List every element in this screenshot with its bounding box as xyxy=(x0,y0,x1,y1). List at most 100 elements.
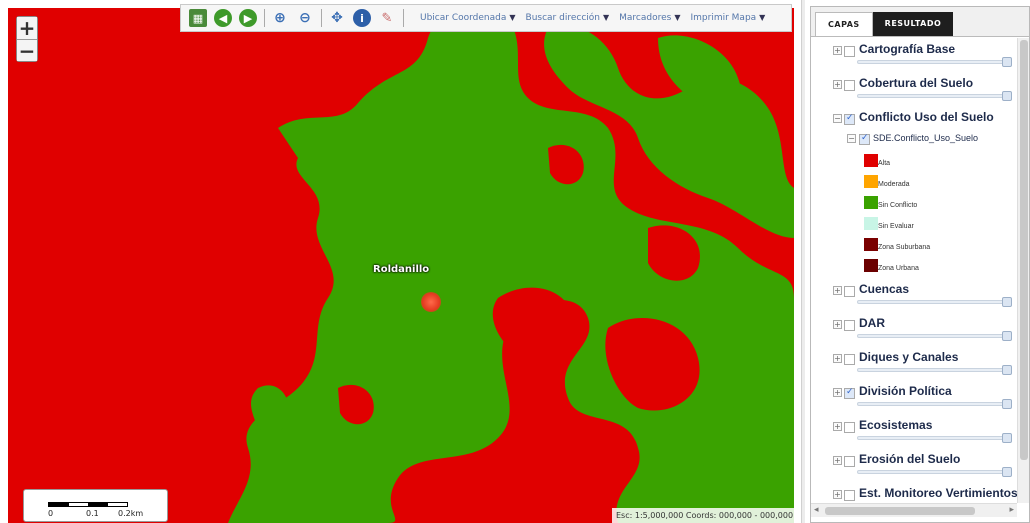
slider-knob[interactable] xyxy=(1002,467,1012,477)
scrollbar-thumb[interactable] xyxy=(825,507,975,515)
layer-checkbox[interactable] xyxy=(844,46,855,57)
legend-swatch xyxy=(864,238,878,251)
sublayer-name: SDE.Conflicto_Uso_Suelo xyxy=(873,133,979,143)
layer-checkbox[interactable] xyxy=(844,490,855,501)
slider-knob[interactable] xyxy=(1002,399,1012,409)
expand-icon[interactable]: + xyxy=(833,46,842,55)
opacity-slider[interactable] xyxy=(857,331,1012,341)
opacity-slider[interactable] xyxy=(857,297,1012,307)
chevron-down-icon: ▼ xyxy=(602,13,610,22)
expand-icon[interactable]: + xyxy=(833,80,842,89)
layer-checkbox[interactable] xyxy=(844,387,855,399)
vertical-scrollbar[interactable] xyxy=(1017,38,1029,503)
map-extent-icon[interactable]: ▦ xyxy=(189,9,207,27)
layer-name: Erosión del Suelo xyxy=(859,452,961,466)
opacity-slider[interactable] xyxy=(857,433,1012,443)
place-label: Roldanillo xyxy=(373,264,430,275)
legend-swatch xyxy=(864,154,878,167)
layer-name: División Política xyxy=(859,384,952,398)
zoom-in-button[interactable]: + xyxy=(17,17,37,39)
collapse-icon[interactable]: − xyxy=(847,134,856,143)
expand-icon[interactable]: + xyxy=(833,320,842,329)
layer-checkbox[interactable] xyxy=(844,80,855,91)
layer-checkbox[interactable] xyxy=(844,320,855,331)
layer-item: + División Política xyxy=(811,380,1017,414)
legend-label: Zona Suburbana xyxy=(878,244,931,251)
expand-icon[interactable]: + xyxy=(833,286,842,295)
slider-knob[interactable] xyxy=(1002,57,1012,67)
layer-checkbox[interactable] xyxy=(844,422,855,433)
scroll-left-icon[interactable]: ◂ xyxy=(814,505,819,515)
forward-icon[interactable]: ▶ xyxy=(239,9,257,27)
layer-item: + Diques y Canales xyxy=(811,346,1017,380)
legend-item: Zona Urbana xyxy=(811,257,1017,278)
opacity-slider[interactable] xyxy=(857,467,1012,477)
layer-name: Cartografía Base xyxy=(859,42,956,56)
scrollbar-thumb[interactable] xyxy=(1020,40,1028,460)
scale-bar: 0 0.1 0.2km xyxy=(23,489,168,522)
opacity-slider[interactable] xyxy=(857,399,1012,409)
collapse-icon[interactable]: − xyxy=(833,114,842,123)
slider-knob[interactable] xyxy=(1002,433,1012,443)
panel-tabs: CAPAS RESULTADO xyxy=(811,7,1029,37)
zoom-out-icon[interactable]: ⊖ xyxy=(296,9,314,27)
layer-item: + Cobertura del Suelo xyxy=(811,72,1017,106)
menu-imprimir-mapa[interactable]: Imprimir Mapa ▼ xyxy=(691,13,766,23)
expand-icon[interactable]: + xyxy=(833,490,842,499)
legend-swatch xyxy=(864,217,878,230)
layer-item: + Cartografía Base xyxy=(811,38,1017,72)
opacity-slider[interactable] xyxy=(857,57,1012,67)
layer-item: + Ecosistemas xyxy=(811,414,1017,448)
expand-icon[interactable]: + xyxy=(833,422,842,431)
layer-item: + Est. Monitoreo Vertimientos xyxy=(811,482,1017,503)
layer-checkbox[interactable] xyxy=(844,286,855,297)
slider-knob[interactable] xyxy=(1002,91,1012,101)
slider-knob[interactable] xyxy=(1002,331,1012,341)
eraser-icon[interactable]: ✎ xyxy=(378,9,396,27)
menu-buscar-direccion[interactable]: Buscar dirección ▼ xyxy=(526,13,610,23)
horizontal-scrollbar[interactable]: ◂ ▸ xyxy=(811,503,1017,517)
map-viewport[interactable]: + − Roldanillo 0 0.1 0.2km xyxy=(8,8,794,523)
panel-splitter[interactable] xyxy=(801,0,805,523)
sublayer-checkbox[interactable] xyxy=(859,133,870,145)
layer-checkbox[interactable] xyxy=(844,113,855,125)
info-icon[interactable]: i xyxy=(353,9,371,27)
expand-icon[interactable]: + xyxy=(833,388,842,397)
legend-label: Zona Urbana xyxy=(878,265,919,272)
layer-name: Est. Monitoreo Vertimientos xyxy=(859,486,1017,500)
slider-knob[interactable] xyxy=(1002,365,1012,375)
opacity-slider[interactable] xyxy=(857,91,1012,101)
opacity-slider[interactable] xyxy=(857,365,1012,375)
expand-icon[interactable]: + xyxy=(833,354,842,363)
tab-resultado[interactable]: RESULTADO xyxy=(872,12,954,36)
toolbar-divider xyxy=(264,9,265,27)
layer-name: DAR xyxy=(859,316,885,330)
tab-capas[interactable]: CAPAS xyxy=(815,12,873,36)
zoom-out-button[interactable]: − xyxy=(17,39,37,62)
menu-ubicar-coordenada[interactable]: Ubicar Coordenada ▼ xyxy=(420,13,516,23)
layer-checkbox[interactable] xyxy=(844,354,855,365)
legend-item: Sin Evaluar xyxy=(811,215,1017,236)
legend-swatch xyxy=(864,175,878,188)
zoom-control: + − xyxy=(16,16,38,62)
scale-tick: 0 xyxy=(48,509,54,518)
layer-item: + DAR xyxy=(811,312,1017,346)
expand-icon[interactable]: + xyxy=(833,456,842,465)
menu-marcadores[interactable]: Marcadores ▼ xyxy=(619,13,680,23)
zoom-in-icon[interactable]: ⊕ xyxy=(271,9,289,27)
legend-item: Alta xyxy=(811,152,1017,173)
scroll-right-icon[interactable]: ▸ xyxy=(1009,505,1014,515)
back-icon[interactable]: ◀ xyxy=(214,9,232,27)
no-conflict-areas xyxy=(228,9,794,523)
scale-bar-graphic xyxy=(48,502,128,507)
layer-tree: + Cartografía Base + Cobertura del Suelo… xyxy=(811,38,1017,503)
layer-checkbox[interactable] xyxy=(844,456,855,467)
pan-icon[interactable]: ✥ xyxy=(328,9,346,27)
layer-item: − Conflicto Uso del Suelo xyxy=(811,106,1017,130)
layer-item: + Cuencas xyxy=(811,278,1017,312)
location-marker[interactable] xyxy=(421,292,441,312)
chevron-down-icon: ▼ xyxy=(759,13,766,22)
slider-knob[interactable] xyxy=(1002,297,1012,307)
layer-name: Cuencas xyxy=(859,282,910,296)
chevron-down-icon: ▼ xyxy=(509,13,516,22)
